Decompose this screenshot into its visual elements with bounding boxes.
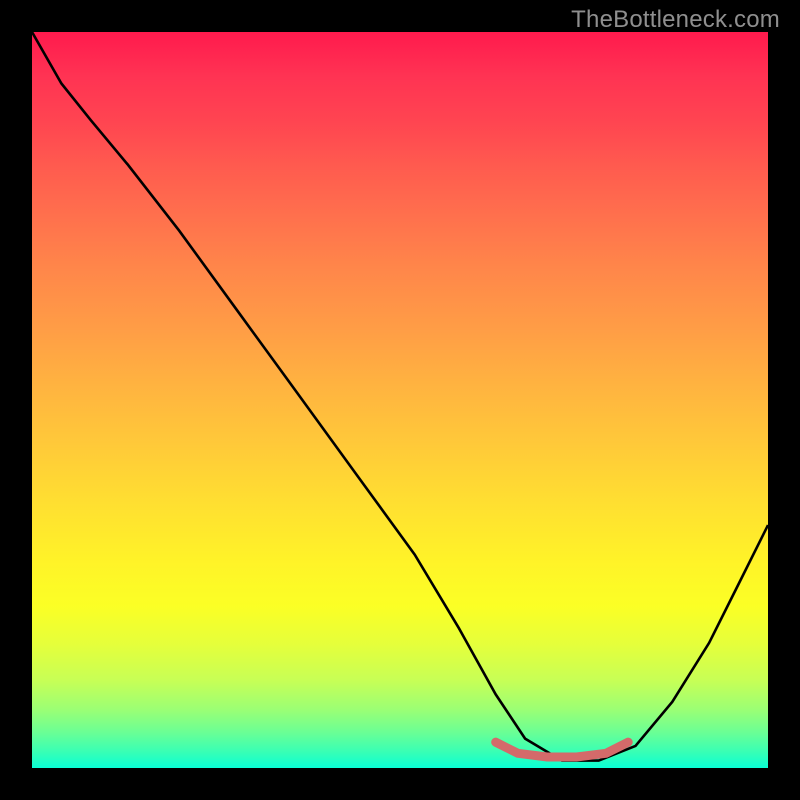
optimal-zone-marker — [496, 742, 629, 757]
chart-frame: TheBottleneck.com — [0, 0, 800, 800]
chart-svg — [32, 32, 768, 768]
watermark-text: TheBottleneck.com — [571, 6, 780, 34]
bottleneck-curve — [32, 32, 768, 761]
